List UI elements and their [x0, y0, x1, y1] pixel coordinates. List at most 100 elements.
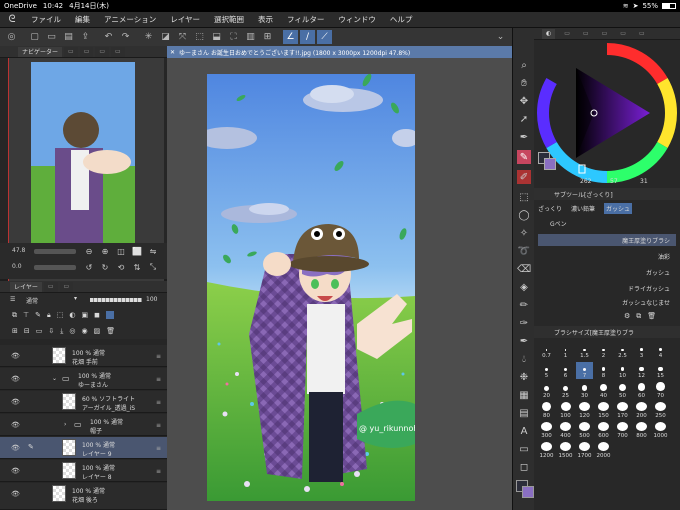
brush-size-option[interactable]: 6 — [557, 362, 574, 379]
brush-size-option[interactable]: 30 — [576, 382, 593, 399]
text-tool-icon[interactable]: A — [517, 424, 531, 438]
menu-animation[interactable]: アニメーション — [97, 14, 163, 25]
reference-icon[interactable]: ⊤ — [23, 311, 29, 319]
menu-edit[interactable]: 編集 — [68, 14, 97, 25]
brush-item[interactable]: ドライガッシュ — [538, 282, 676, 294]
zoom-in-icon[interactable]: ⊕ — [100, 246, 110, 256]
layer-settings-icon[interactable]: ☰ — [10, 296, 15, 303]
drag-handle-icon[interactable]: ≡ — [156, 376, 161, 383]
visibility-eye-icon[interactable]: 👁︎ — [11, 352, 20, 360]
brush-size-option[interactable]: 1 — [557, 342, 574, 359]
balloon-tool-icon[interactable]: ◻ — [517, 460, 531, 474]
brush-size-option[interactable]: 12 — [633, 362, 650, 379]
brush-size-option[interactable]: 1.5 — [576, 342, 593, 359]
visibility-eye-icon[interactable]: 👁︎ — [11, 467, 20, 475]
lock-icon[interactable]: 🔒︎ — [47, 311, 51, 320]
snap-icon[interactable]: ⊞ — [260, 30, 275, 44]
save-icon[interactable]: ▤ — [61, 30, 76, 44]
magic-wand-icon[interactable]: ✧ — [517, 226, 531, 240]
apply-mask-icon[interactable]: ◉ — [81, 327, 87, 335]
tab-history[interactable]: ▭ — [95, 46, 110, 57]
brush-size-option[interactable]: 70 — [652, 382, 669, 399]
tab-layer-search[interactable]: ▭ — [59, 281, 74, 292]
brush-size-option[interactable]: 2.5 — [614, 342, 631, 359]
brush-size-option[interactable]: 800 — [633, 422, 650, 439]
brush-size-option[interactable]: 3 — [633, 342, 650, 359]
menu-layer[interactable]: レイヤー — [163, 14, 207, 25]
palette-icon[interactable]: ◐ — [69, 311, 75, 319]
brush-size-option[interactable]: 1000 — [652, 422, 669, 439]
clear-icon[interactable]: ✳ — [141, 30, 156, 44]
brush-size-option[interactable]: 10 — [614, 362, 631, 379]
clip-icon[interactable]: ⧉ — [12, 311, 17, 320]
brush-size-option[interactable]: 1200 — [538, 442, 555, 459]
brush-item-selected[interactable]: 魔王厚塗りブラシ — [538, 234, 676, 246]
canvas-area[interactable]: ✕ ゆーまさん お誕生日おめでとうございます!!.jpg (1800 x 300… — [167, 46, 512, 510]
menu-view[interactable]: 表示 — [251, 14, 280, 25]
tab-color-slider[interactable]: ▭ — [560, 28, 574, 39]
rotation-flip-icon[interactable]: ⤡ — [148, 262, 158, 272]
rotate-left-icon[interactable]: ↺ — [84, 262, 94, 272]
menu-filter[interactable]: フィルター — [280, 14, 331, 25]
visibility-eye-icon[interactable]: 👁︎ — [11, 375, 20, 383]
brush-size-option[interactable]: 2 — [595, 342, 612, 359]
brush-size-option[interactable]: 20 — [538, 382, 555, 399]
visibility-eye-icon[interactable]: 👁︎ — [11, 421, 20, 429]
lock-alpha-icon[interactable]: ⬚ — [57, 311, 64, 319]
subtool-group-gpen[interactable]: Gペン — [550, 219, 567, 228]
fill-tool-icon[interactable]: 💧︎ — [517, 352, 531, 366]
folder-expand-chevron-icon[interactable]: ⌄ — [52, 375, 57, 382]
open-folder-icon[interactable]: ▭ — [44, 30, 59, 44]
stabilizer-1-icon[interactable]: ∠ — [283, 30, 298, 44]
layer-panel-extra-icon[interactable]: ▨ — [94, 327, 101, 335]
brush-size-option[interactable]: 50 — [614, 382, 631, 399]
tab-history-color[interactable]: ▭ — [634, 28, 649, 39]
mask-icon[interactable]: ▣ — [81, 311, 88, 319]
lasso-select-icon[interactable]: ➰ — [517, 244, 531, 258]
visibility-eye-icon[interactable]: 👁︎ — [11, 398, 20, 406]
canvas-artwork[interactable]: @ yu_rikunnoheta — [207, 74, 415, 501]
brush-size-option[interactable]: 25 — [557, 382, 574, 399]
brush-size-option[interactable]: 700 — [614, 422, 631, 439]
tab-color-wheel[interactable]: ◐ — [542, 28, 556, 39]
frame-tool-icon[interactable]: ▭ — [517, 442, 531, 456]
undo-icon[interactable]: ↶ — [101, 30, 116, 44]
figure-tool-icon[interactable]: ▤ — [517, 406, 531, 420]
sub-color-swatch[interactable] — [522, 486, 534, 498]
blue-swatch-icon[interactable] — [105, 311, 114, 319]
brush-size-option[interactable]: 300 — [538, 422, 555, 439]
brush-size-option[interactable]: 4 — [652, 342, 669, 359]
deselect-icon[interactable]: ⬚ — [192, 30, 207, 44]
menu-file[interactable]: ファイル — [24, 14, 68, 25]
brush-item[interactable]: ガッシュ — [538, 266, 676, 278]
flip-horizontal-icon[interactable]: ⇋ — [148, 246, 158, 256]
stabilizer-2-icon[interactable]: ∕ — [300, 30, 315, 44]
select-all-icon[interactable]: ⛶ — [226, 30, 241, 44]
reset-rotation-icon[interactable]: ⟲ — [116, 262, 126, 272]
layer-row[interactable]: 👁︎ 100 % 通常 レイヤー 8 ≡ — [0, 460, 167, 482]
visibility-eye-icon[interactable]: 👁︎ — [11, 444, 20, 452]
export-icon[interactable]: ⇪ — [78, 30, 93, 44]
brush-size-option[interactable]: 5 — [538, 362, 555, 379]
drag-handle-icon[interactable]: ≡ — [156, 422, 161, 429]
rotation-slider[interactable] — [34, 265, 76, 270]
move-tool-icon[interactable]: ✥ — [517, 94, 531, 108]
redo-icon[interactable]: ↷ — [118, 30, 133, 44]
brush-size-option[interactable]: 100 — [557, 402, 574, 419]
tab-intermediate[interactable]: ▭ — [597, 28, 612, 39]
marker-tool-icon[interactable]: ✏ — [517, 298, 531, 312]
brush-size-option[interactable]: 7 — [576, 362, 593, 379]
brush-size-option[interactable]: 600 — [595, 422, 612, 439]
layer-row[interactable]: 👁︎ ⌄ ▭ 100 % 通常 ゆーまさん ≡ — [0, 368, 167, 390]
drag-handle-icon[interactable]: ≡ — [156, 445, 161, 452]
tab-approximate[interactable]: ▭ — [616, 28, 630, 39]
drag-handle-icon[interactable]: ≡ — [156, 399, 161, 406]
layer-row[interactable]: 👁︎ 100 % 通常 花畑 後ろ — [0, 483, 167, 510]
brush-size-option[interactable]: 120 — [576, 402, 593, 419]
hand-tool-icon[interactable]: ✋︎ — [517, 76, 531, 90]
brush-size-option[interactable]: 250 — [652, 402, 669, 419]
tab-layer-property[interactable]: ▭ — [43, 281, 58, 292]
eyedropper-tool-icon[interactable]: ✒ — [517, 130, 531, 144]
selection-tool-icon[interactable]: ⬚ — [517, 190, 531, 204]
tab-autoaction[interactable]: ▭ — [111, 46, 125, 57]
